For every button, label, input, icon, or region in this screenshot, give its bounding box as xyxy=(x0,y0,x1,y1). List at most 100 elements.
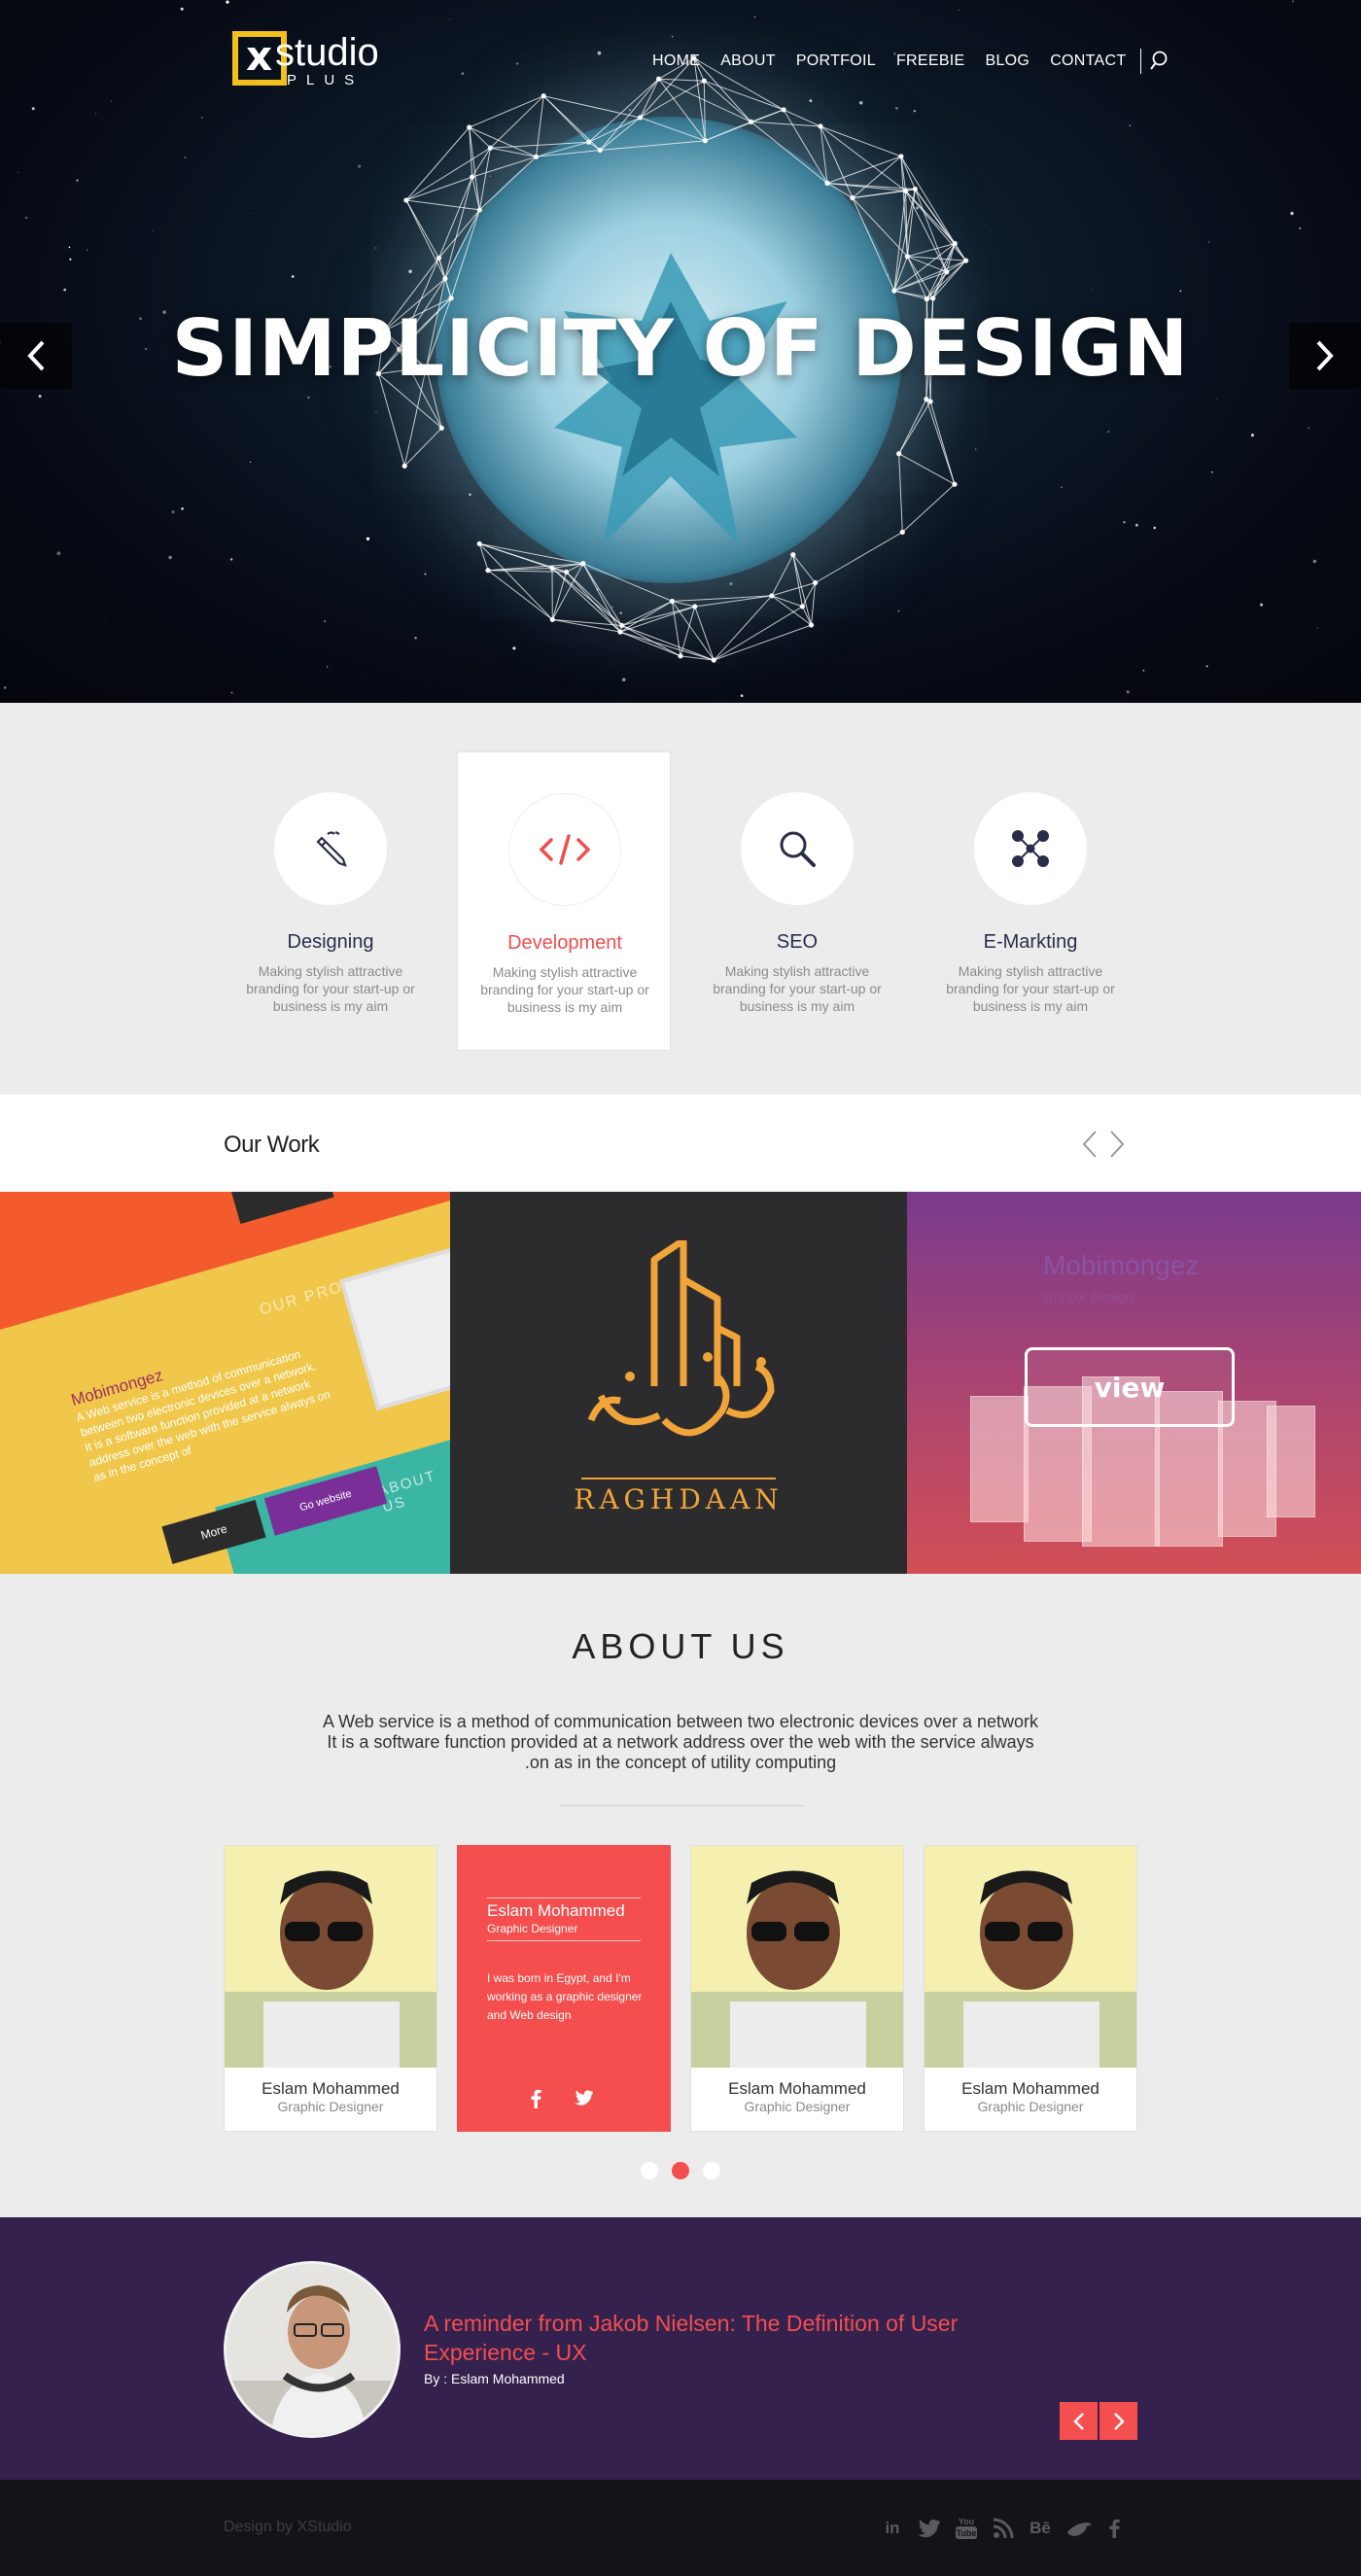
post-prev-button[interactable] xyxy=(1060,2402,1098,2440)
network-node xyxy=(533,154,540,160)
star xyxy=(1299,226,1302,229)
network-edge xyxy=(582,563,673,602)
service-seo[interactable]: SEO Making stylish attractive branding f… xyxy=(690,751,904,1051)
network-node xyxy=(808,622,815,628)
nav-contact[interactable]: CONTACT xyxy=(1050,52,1126,70)
star xyxy=(171,510,175,514)
hero-slider: SIMPLICITY OF DESIGN x studio PLUS HOME … xyxy=(0,0,1361,703)
star xyxy=(307,396,310,400)
hero-prev-button[interactable] xyxy=(0,323,72,389)
footer: Design by XStudio in You Tube Bē xyxy=(0,2480,1361,2576)
star xyxy=(1075,95,1077,97)
star xyxy=(201,117,203,119)
pager-dot[interactable] xyxy=(703,2162,720,2179)
star xyxy=(324,620,327,623)
service-emarketing[interactable]: E-Markting Making stylish attractive bra… xyxy=(924,751,1137,1051)
network-node xyxy=(563,569,570,575)
network-node xyxy=(692,604,698,609)
network-edge xyxy=(405,199,480,211)
team-card-expanded[interactable]: Eslam Mohammed Graphic Designer I was bo… xyxy=(457,1845,671,2132)
portfolio-item-mobimongez-ui[interactable]: Mobimongez UI / UX Design view xyxy=(907,1192,1361,1574)
network-edge xyxy=(551,572,568,620)
about-section: ABOUT US A Web service is a method of co… xyxy=(0,1574,1361,2217)
network-edge xyxy=(815,531,903,583)
section-title: ABOUT US xyxy=(572,1626,789,1666)
search-icon[interactable] xyxy=(1149,51,1169,72)
network-edge xyxy=(536,95,544,157)
hero-title: SIMPLICITY OF DESIGN xyxy=(171,303,1190,394)
nav-about[interactable]: ABOUT xyxy=(720,52,776,70)
pager-dot[interactable] xyxy=(641,2162,658,2179)
divider xyxy=(560,1805,803,1806)
twitter-icon[interactable] xyxy=(918,2515,941,2542)
network-edge xyxy=(893,189,916,292)
facebook-icon[interactable] xyxy=(1102,2515,1126,2542)
post-title[interactable]: A reminder from Jakob Nielsen: The Defin… xyxy=(424,2309,968,2367)
nav-home[interactable]: HOME xyxy=(652,52,700,70)
network-edge xyxy=(640,117,706,142)
post-next-button[interactable] xyxy=(1099,2402,1137,2440)
portfolio-grid: OUR PROJECT Mobimongez A Web service is … xyxy=(0,1192,1361,1574)
star xyxy=(1308,427,1310,430)
network-edge xyxy=(582,563,623,626)
star xyxy=(1316,627,1319,629)
rss-icon[interactable] xyxy=(992,2515,1015,2542)
network-node xyxy=(401,463,407,470)
behance-icon[interactable]: Bē xyxy=(1029,2515,1052,2542)
network-edge xyxy=(820,125,902,157)
star xyxy=(226,0,229,4)
network-edge xyxy=(792,554,812,626)
services-section: Designing Making stylish attractive bran… xyxy=(0,703,1361,1095)
star xyxy=(1260,603,1264,607)
team-card[interactable]: Eslam Mohammed Graphic Designer xyxy=(924,1845,1137,2132)
star xyxy=(1142,669,1145,672)
youtube-icon[interactable]: You Tube xyxy=(955,2515,978,2542)
network-edge xyxy=(479,156,537,211)
portfolio-item-mobimongez-site[interactable]: OUR PROJECT Mobimongez A Web service is … xyxy=(0,1192,450,1574)
team-card[interactable]: Eslam Mohammed Graphic Designer xyxy=(224,1845,437,2132)
hero-next-button[interactable] xyxy=(1289,323,1361,389)
network-node xyxy=(487,145,494,151)
nav-portfolio[interactable]: PORTFOIL xyxy=(796,52,876,70)
star xyxy=(753,16,756,18)
service-designing[interactable]: Designing Making stylish attractive bran… xyxy=(224,751,437,1051)
about-line: It is a software function provided at a … xyxy=(327,1732,1034,1752)
portfolio-item-raghdaan[interactable]: RAGHDAAN xyxy=(450,1192,907,1574)
screen-mockup xyxy=(1267,1406,1315,1517)
twitter-icon[interactable] xyxy=(575,2089,594,2106)
our-work-header: Our Work xyxy=(0,1095,1361,1192)
network-node xyxy=(904,254,911,260)
work-next-button[interactable] xyxy=(1108,1130,1126,1163)
team-photo xyxy=(925,1846,1136,2068)
nav-blog[interactable]: BLOG xyxy=(986,52,1030,70)
service-title: Designing xyxy=(287,931,374,953)
star xyxy=(168,555,172,560)
network-edge xyxy=(490,95,544,149)
star xyxy=(1179,290,1182,293)
star xyxy=(740,694,744,698)
network-edge xyxy=(403,427,442,467)
linkedin-icon[interactable]: in xyxy=(881,2515,904,2542)
star xyxy=(110,100,112,102)
team-card[interactable]: Eslam Mohammed Graphic Designer xyxy=(690,1845,904,2132)
brand-logo[interactable]: x studio PLUS xyxy=(232,29,407,91)
star xyxy=(1153,526,1156,530)
view-project-button[interactable]: view xyxy=(1025,1347,1235,1427)
star xyxy=(1205,665,1208,668)
nav-freebie[interactable]: FREEBIE xyxy=(896,52,965,70)
pager-dot-active[interactable] xyxy=(672,2162,689,2179)
star xyxy=(1290,211,1294,216)
network-edge xyxy=(852,197,895,292)
bird-icon[interactable] xyxy=(1065,2515,1092,2542)
chevron-left-icon xyxy=(1072,2412,1084,2430)
service-development[interactable]: Development Making stylish attractive br… xyxy=(457,751,671,1051)
work-prev-button[interactable] xyxy=(1081,1130,1099,1163)
network-node xyxy=(597,147,603,154)
star xyxy=(76,179,79,182)
divider xyxy=(487,1897,641,1898)
facebook-icon[interactable] xyxy=(530,2089,541,2108)
network-edge xyxy=(490,147,537,157)
raghdaan-emblem xyxy=(587,1236,775,1437)
star xyxy=(17,171,19,173)
post-carousel-arrows xyxy=(1060,2402,1137,2440)
